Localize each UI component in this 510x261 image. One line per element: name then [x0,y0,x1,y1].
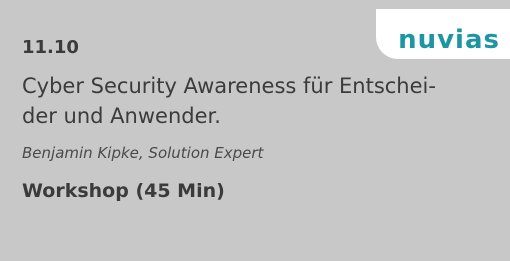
session-speaker: Benjamin Kipke, Solution Expert [22,144,264,162]
session-date: 11.10 [22,37,79,58]
session-title-line-1: Cyber Security Awareness für Entschei- [22,74,436,98]
top-divider [0,0,510,9]
session-title: Cyber Security Awareness für Entschei- d… [22,71,492,131]
nuvias-logo: nuvias [398,25,500,55]
session-format: Workshop (45 Min) [22,180,225,202]
session-title-line-2: der und Anwender. [22,104,221,128]
logo-tab: nuvias [376,9,510,59]
